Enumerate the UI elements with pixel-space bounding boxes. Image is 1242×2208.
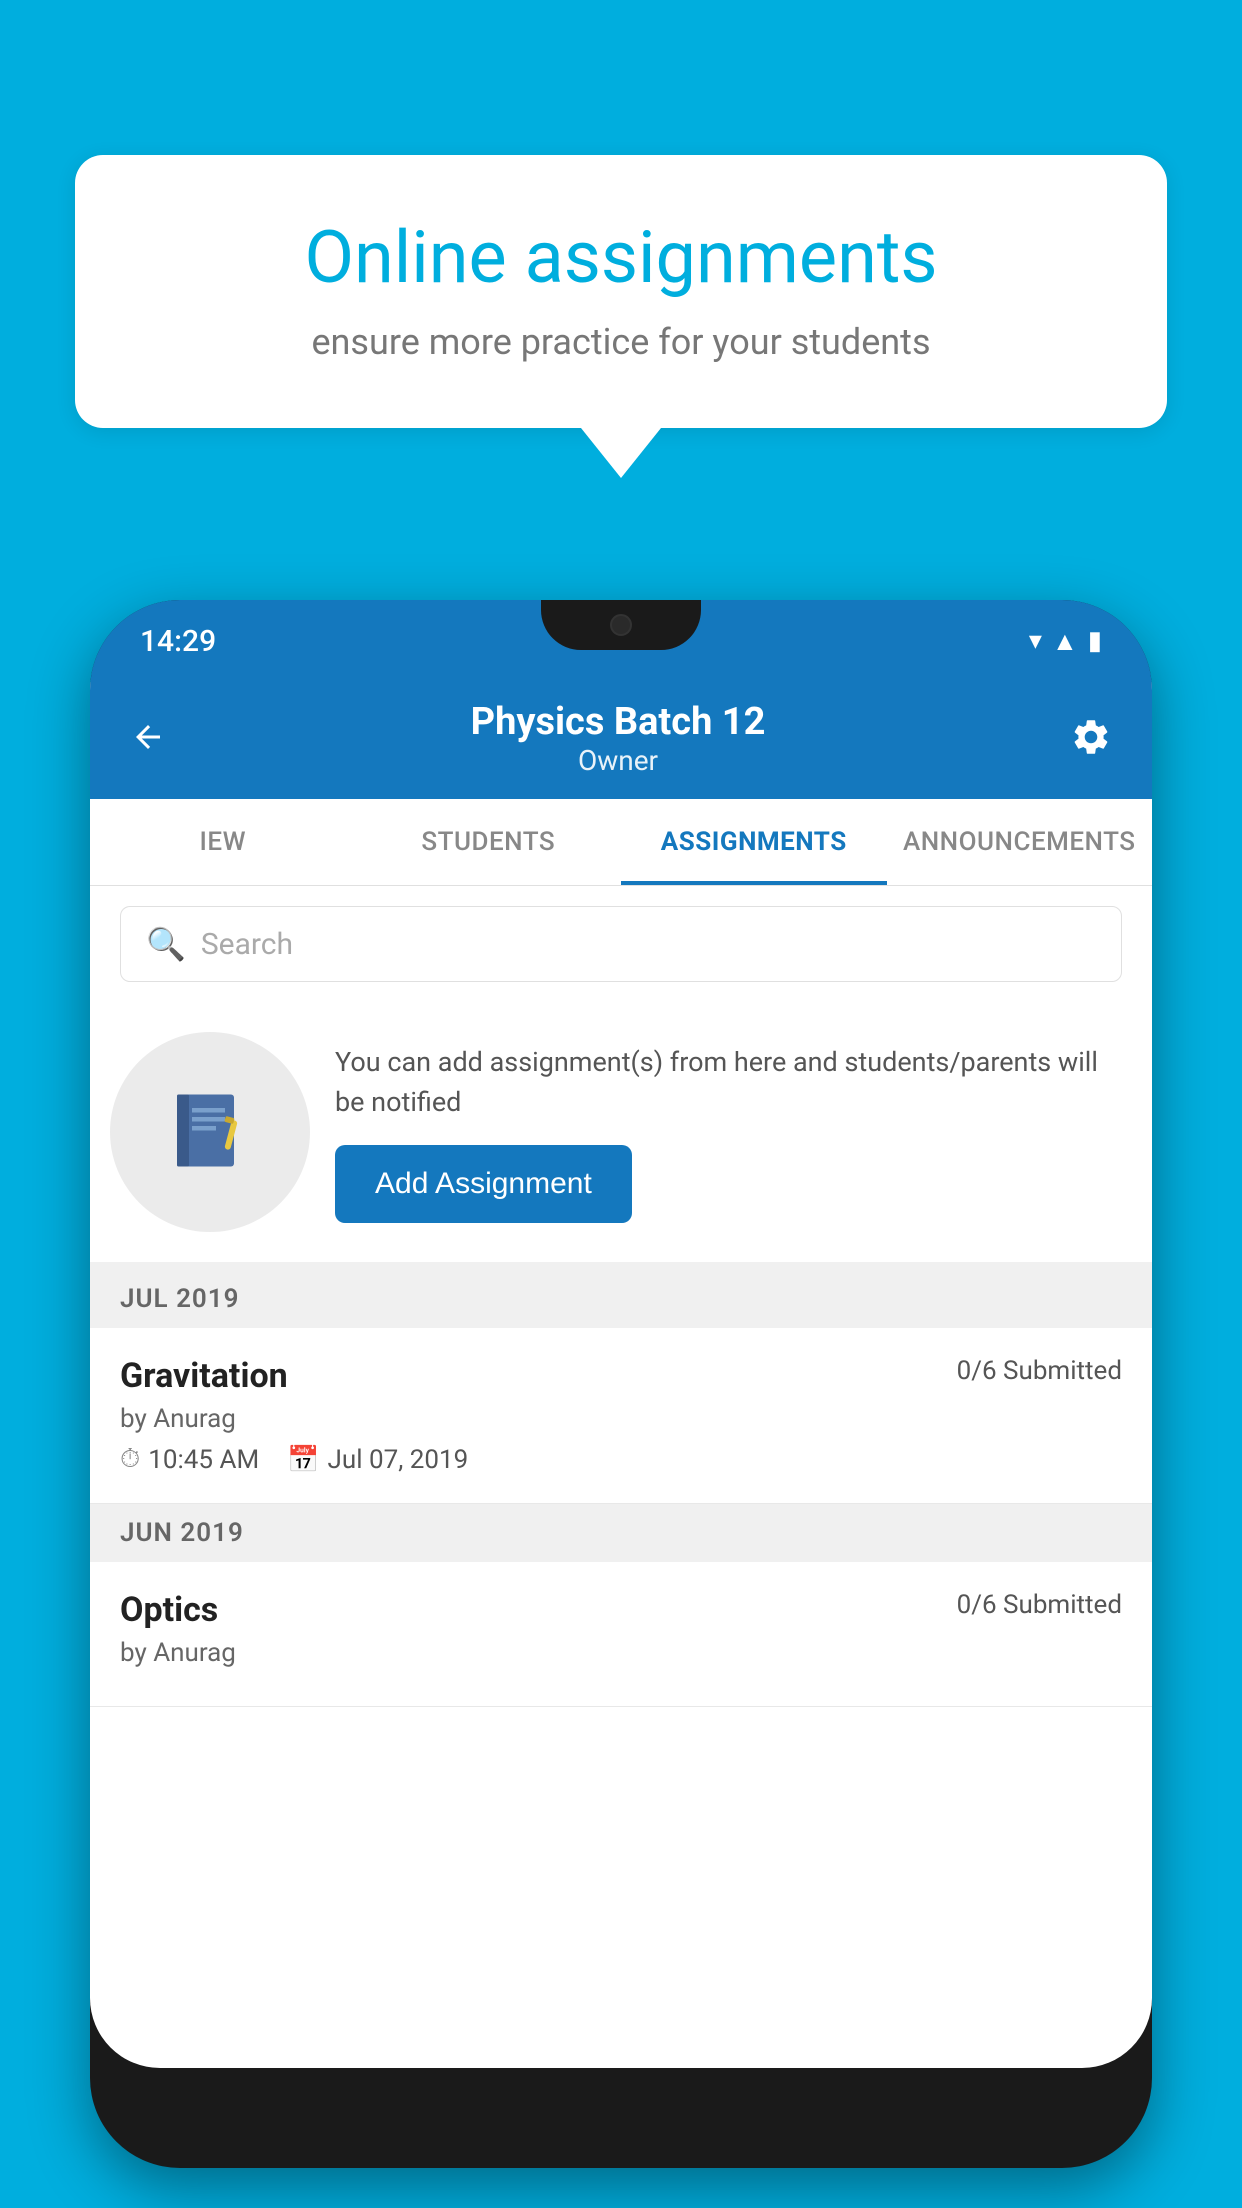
assignment-time: ⏱ 10:45 AM — [120, 1444, 259, 1475]
back-arrow-icon — [130, 719, 166, 755]
wifi-icon: ▾ — [1029, 626, 1042, 656]
assignment-optics-submitted: 0/6 Submitted — [957, 1590, 1122, 1620]
tab-announcements[interactable]: ANNOUNCEMENTS — [887, 799, 1153, 885]
assignment-name: Gravitation — [120, 1356, 288, 1396]
clock-icon: ⏱ — [120, 1444, 140, 1475]
promo-icon-circle — [110, 1032, 310, 1232]
phone-frame: 14:29 ▾ ▲ ▮ Physics Batch 12 Owner — [90, 600, 1152, 2168]
status-icons: ▾ ▲ ▮ — [1029, 626, 1102, 657]
search-bar[interactable]: 🔍 Search — [120, 906, 1122, 982]
assignment-submitted: 0/6 Submitted — [957, 1356, 1122, 1386]
speech-bubble: Online assignments ensure more practice … — [75, 155, 1167, 428]
app-header: Physics Batch 12 Owner — [90, 682, 1152, 799]
batch-title: Physics Batch 12 — [471, 700, 766, 744]
assignment-optics-name: Optics — [120, 1590, 218, 1630]
signal-icon: ▲ — [1052, 626, 1078, 657]
search-placeholder: Search — [201, 927, 293, 962]
back-button[interactable] — [130, 719, 166, 759]
assignment-optics-by: by Anurag — [120, 1638, 1122, 1668]
assignment-date: 📅 Jul 07, 2019 — [287, 1445, 468, 1475]
notebook-icon — [165, 1087, 255, 1177]
batch-role: Owner — [471, 744, 766, 777]
speech-bubble-subtitle: ensure more practice for your students — [145, 321, 1097, 363]
front-camera — [610, 614, 632, 636]
settings-icon — [1070, 716, 1112, 758]
calendar-icon: 📅 — [287, 1445, 319, 1475]
date-value: Jul 07, 2019 — [328, 1445, 469, 1475]
phone-screen: Physics Batch 12 Owner IEW STUDENTS ASSI… — [90, 682, 1152, 2068]
phone-time: 14:29 — [140, 624, 216, 659]
tab-students[interactable]: STUDENTS — [356, 799, 622, 885]
speech-bubble-title: Online assignments — [145, 215, 1097, 301]
speech-bubble-arrow — [581, 428, 661, 478]
status-bar: 14:29 ▾ ▲ ▮ — [90, 600, 1152, 682]
speech-bubble-container: Online assignments ensure more practice … — [75, 155, 1167, 478]
search-icon: 🔍 — [146, 925, 186, 963]
assignment-meta: ⏱ 10:45 AM 📅 Jul 07, 2019 — [120, 1444, 1122, 1475]
promo-description: You can add assignment(s) from here and … — [335, 1042, 1122, 1123]
phone-notch — [541, 600, 701, 650]
battery-icon: ▮ — [1088, 626, 1102, 656]
month-header-jul: JUL 2019 — [90, 1270, 1152, 1328]
header-title-group: Physics Batch 12 Owner — [471, 700, 766, 777]
search-container: 🔍 Search — [90, 886, 1152, 1002]
tabs-bar: IEW STUDENTS ASSIGNMENTS ANNOUNCEMENTS — [90, 799, 1152, 886]
settings-button[interactable] — [1070, 716, 1112, 762]
tab-assignments[interactable]: ASSIGNMENTS — [621, 799, 887, 885]
promo-content: You can add assignment(s) from here and … — [335, 1042, 1122, 1223]
tab-iew[interactable]: IEW — [90, 799, 356, 885]
assignment-optics[interactable]: Optics 0/6 Submitted by Anurag — [90, 1562, 1152, 1707]
assignment-top-row: Gravitation 0/6 Submitted — [120, 1356, 1122, 1396]
assignment-gravitation[interactable]: Gravitation 0/6 Submitted by Anurag ⏱ 10… — [90, 1328, 1152, 1504]
add-assignment-button[interactable]: Add Assignment — [335, 1145, 632, 1223]
time-value: 10:45 AM — [148, 1445, 259, 1475]
assignment-by: by Anurag — [120, 1404, 1122, 1434]
assignment-optics-top-row: Optics 0/6 Submitted — [120, 1590, 1122, 1630]
month-header-jun: JUN 2019 — [90, 1504, 1152, 1562]
assignment-promo: You can add assignment(s) from here and … — [90, 1002, 1152, 1270]
